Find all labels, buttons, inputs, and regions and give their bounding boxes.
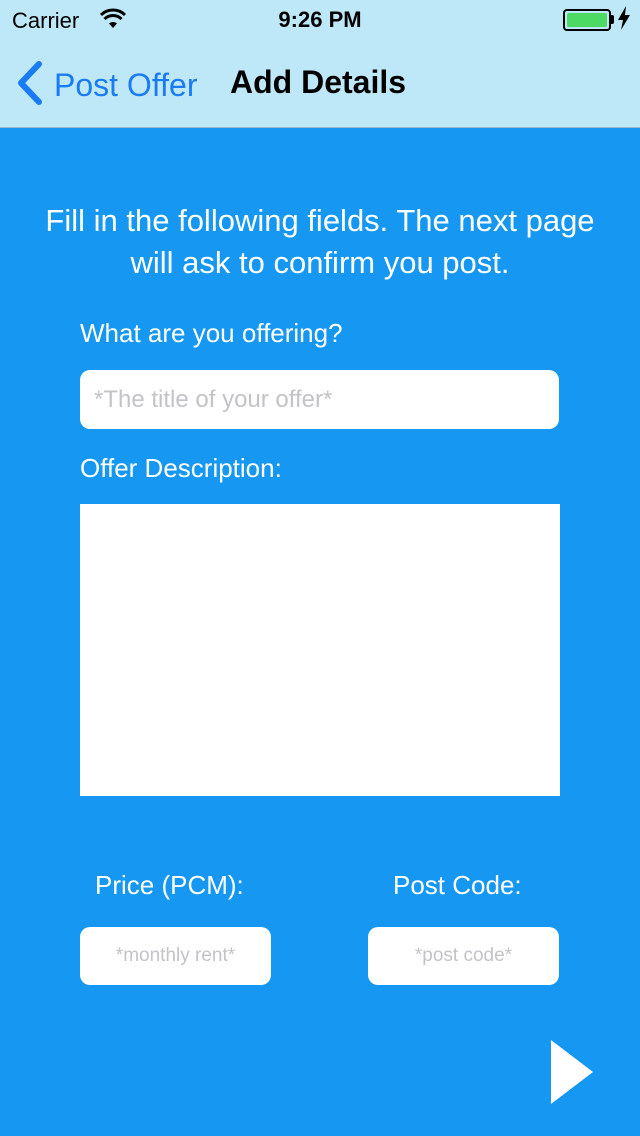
battery-tip — [611, 15, 614, 24]
bolt-icon — [618, 6, 630, 36]
postcode-label: Post Code: — [393, 870, 522, 900]
description-label: Offer Description: — [80, 453, 282, 483]
navigation-bar: Carrier 9:26 PM Post Offer Add Details — [0, 0, 640, 128]
instructions-text: Fill in the following fields. The next p… — [45, 203, 595, 280]
status-bar: Carrier 9:26 PM — [0, 0, 640, 40]
offering-label: What are you offering? — [80, 318, 343, 348]
postcode-input[interactable] — [368, 927, 559, 985]
price-input[interactable] — [80, 927, 271, 985]
page-title: Add Details — [230, 64, 407, 100]
status-time: 9:26 PM — [278, 7, 362, 32]
chevron-left-icon — [14, 60, 44, 111]
next-button[interactable] — [548, 1038, 596, 1106]
battery-icon — [563, 9, 611, 31]
back-label: Post Offer — [54, 66, 198, 103]
offer-description-input[interactable] — [80, 504, 560, 796]
back-button[interactable]: Post Offer — [14, 60, 197, 110]
price-label: Price (PCM): — [95, 870, 244, 900]
play-triangle-icon — [548, 1040, 596, 1110]
offer-title-input[interactable] — [80, 370, 559, 429]
